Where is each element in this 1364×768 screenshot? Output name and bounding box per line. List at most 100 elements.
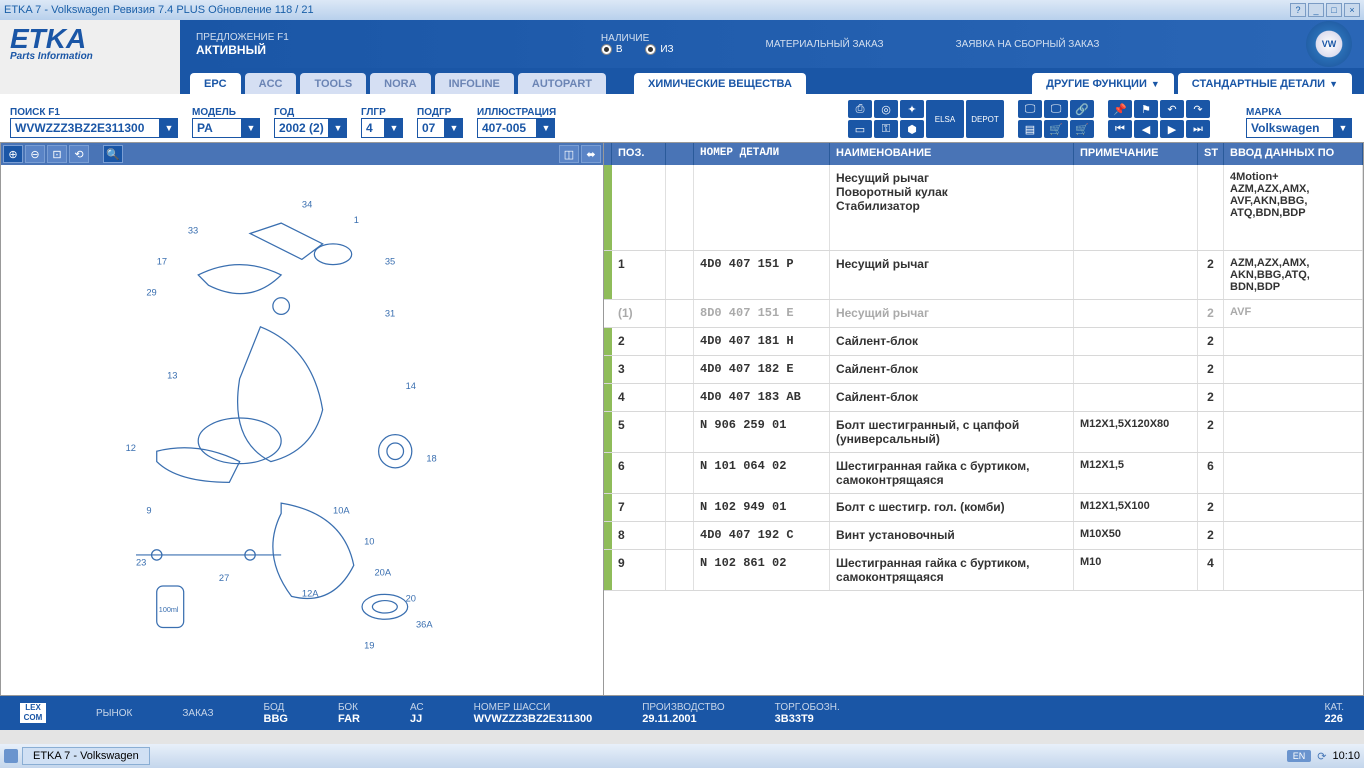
subgroup-dropdown[interactable]: ▼ [445,118,463,138]
link-icon[interactable]: 🔗 [1070,100,1094,118]
tab-autopart[interactable]: AUTOPART [518,73,606,94]
subgroup-input[interactable] [417,118,445,138]
wheel-icon[interactable]: ◎ [874,100,898,118]
svg-text:20: 20 [406,593,416,603]
illustration-input[interactable] [477,118,537,138]
tab-epc[interactable]: EPC [190,73,241,94]
model-input[interactable] [192,118,242,138]
model-dropdown[interactable]: ▼ [242,118,260,138]
last-icon[interactable]: ⏭ [1186,120,1210,138]
table-row[interactable]: (1)8D0 407 151 EНесущий рычаг2AVF [604,300,1363,328]
minimize-button[interactable]: _ [1308,3,1324,17]
zoom-area-icon[interactable]: ⊡ [47,145,67,163]
zoom-out-icon[interactable]: ⊖ [25,145,45,163]
marka-dropdown[interactable]: ▼ [1334,118,1352,138]
tab-infoline[interactable]: INFOLINE [435,73,514,94]
radio-from-warehouse[interactable]: ИЗ [645,44,673,55]
col-part[interactable]: НОМЕР ДЕТАЛИ [694,143,830,165]
print-icon[interactable]: ⎙ [848,100,872,118]
pin-icon[interactable]: 📌 [1108,100,1132,118]
trade-label: ТОРГ.ОБОЗН. [775,702,840,713]
bookmark-icon[interactable]: ⚑ [1134,100,1158,118]
first-icon[interactable]: ⏮ [1108,120,1132,138]
forward-icon[interactable]: ↷ [1186,100,1210,118]
find-icon[interactable]: 🔍 [103,145,123,163]
col-note[interactable]: ПРИМЕЧАНИЕ [1074,143,1198,165]
cart-icon[interactable]: 🛒 [1044,120,1068,138]
order-label: ЗАКАЗ [182,708,213,719]
illustration-dropdown[interactable]: ▼ [537,118,555,138]
svg-text:18: 18 [426,453,436,463]
col-st[interactable]: ST [1198,143,1224,165]
layout-b-icon[interactable]: ⬌ [581,145,601,163]
table-row[interactable]: 5N 906 259 01Болт шестигранный, с цапфой… [604,412,1363,453]
main-group-input[interactable] [361,118,385,138]
table-row[interactable]: 7N 102 949 01Болт с шестигр. гол. (комби… [604,494,1363,522]
depot-icon[interactable]: DEPOT [966,100,1004,138]
monitor2-icon[interactable]: 🖵 [1044,100,1068,118]
subgroup-label: ПОДГР [417,107,463,118]
svg-text:10A: 10A [333,505,350,515]
tray-icon[interactable]: ⟳ [1317,750,1326,763]
card-icon[interactable]: ▭ [848,120,872,138]
table-row[interactable]: 34D0 407 182 EСайлент-блок2 [604,356,1363,384]
prod-value: 29.11.2001 [642,713,724,725]
start-icon[interactable] [4,749,18,763]
tab-standard-parts[interactable]: СТАНДАРТНЫЕ ДЕТАЛИ▼ [1178,73,1352,94]
search-label: ПОИСК F1 [10,107,178,118]
back-icon[interactable]: ↶ [1160,100,1184,118]
monitor-icon[interactable]: 🖵 [1018,100,1042,118]
year-dropdown[interactable]: ▼ [329,118,347,138]
diagram-pane: ⊕ ⊖ ⊡ ⟲ 🔍 ◫ ⬌ [0,142,604,696]
svg-text:29: 29 [146,287,156,297]
tab-other-functions[interactable]: ДРУГИЕ ФУНКЦИИ▼ [1032,73,1174,94]
table-header-row[interactable]: Несущий рычаг Поворотный кулак Стабилиза… [604,165,1363,251]
parts-diagram[interactable]: 34133 173529 311314 12189 10A1023 2712A2… [1,165,603,695]
main-group-dropdown[interactable]: ▼ [385,118,403,138]
col-name[interactable]: НАИМЕНОВАНИЕ [830,143,1074,165]
layout-a-icon[interactable]: ◫ [559,145,579,163]
grid-header: ПОЗ. НОМЕР ДЕТАЛИ НАИМЕНОВАНИЕ ПРИМЕЧАНИ… [604,143,1363,165]
cart2-icon[interactable]: 🛒 [1070,120,1094,138]
col-pos[interactable]: ПОЗ. [612,143,666,165]
table-row[interactable]: 9N 102 861 02Шестигранная гайка с буртик… [604,550,1363,591]
prev-icon[interactable]: ◀ [1134,120,1158,138]
radio-warehouse[interactable]: В [601,44,623,55]
lang-indicator[interactable]: EN [1287,750,1312,762]
col-data[interactable]: ВВОД ДАННЫХ ПО [1224,143,1363,165]
help-button[interactable]: ? [1290,3,1306,17]
gamepad-icon[interactable]: ⬢ [900,120,924,138]
tab-acc[interactable]: ACC [245,73,297,94]
svg-text:13: 13 [167,370,177,380]
svg-text:33: 33 [188,225,198,235]
tab-nora[interactable]: NORA [370,73,430,94]
search-input[interactable] [10,118,160,138]
table-row[interactable]: 6N 101 064 02Шестигранная гайка с буртик… [604,453,1363,494]
search-dropdown[interactable]: ▼ [160,118,178,138]
maximize-button[interactable]: □ [1326,3,1342,17]
zoom-in-icon[interactable]: ⊕ [3,145,23,163]
tool-icon[interactable]: ✦ [900,100,924,118]
tab-tools[interactable]: TOOLS [300,73,366,94]
svg-text:9: 9 [146,505,151,515]
prod-label: ПРОИЗВОДСТВО [642,702,724,713]
grid-body[interactable]: Несущий рычаг Поворотный кулак Стабилиза… [604,165,1363,695]
table-row[interactable]: 24D0 407 181 HСайлент-блок2 [604,328,1363,356]
zoom-reset-icon[interactable]: ⟲ [69,145,89,163]
taskbar-item[interactable]: ETKA 7 - Volkswagen [22,747,150,765]
key-icon[interactable]: ⚿ [874,120,898,138]
close-button[interactable]: × [1344,3,1360,17]
tab-chemicals[interactable]: ХИМИЧЕСКИЕ ВЕЩЕСТВА [634,73,806,94]
marka-input[interactable] [1246,118,1334,138]
doc-icon[interactable]: ▤ [1018,120,1042,138]
year-input[interactable] [274,118,329,138]
main-split: ⊕ ⊖ ⊡ ⟲ 🔍 ◫ ⬌ [0,142,1364,696]
parts-grid-pane: ПОЗ. НОМЕР ДЕТАЛИ НАИМЕНОВАНИЕ ПРИМЕЧАНИ… [604,142,1364,696]
next-icon[interactable]: ▶ [1160,120,1184,138]
bok-label: БОК [338,702,360,713]
table-row[interactable]: 44D0 407 183 ABСайлент-блок2 [604,384,1363,412]
vin-label: НОМЕР ШАССИ [474,702,593,713]
table-row[interactable]: 84D0 407 192 CВинт установочныйM10X502 [604,522,1363,550]
table-row[interactable]: 14D0 407 151 PНесущий рычаг2AZM,AZX,AMX,… [604,251,1363,300]
elsa-icon[interactable]: ELSA [926,100,964,138]
